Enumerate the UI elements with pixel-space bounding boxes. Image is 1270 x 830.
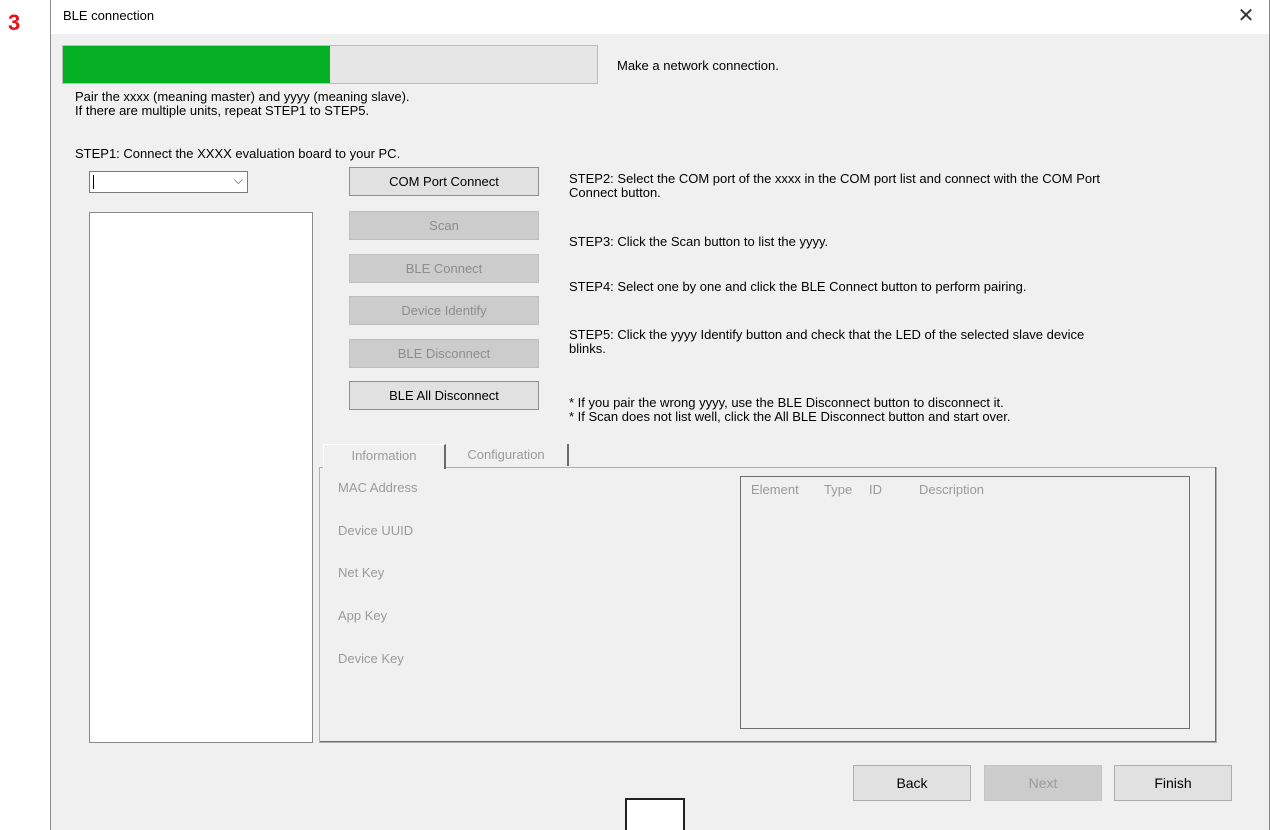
column-header-description: Description: [919, 482, 985, 497]
column-header-id: ID: [869, 482, 882, 497]
finish-button[interactable]: Finish: [1114, 765, 1232, 801]
window-title: BLE connection: [63, 8, 155, 23]
chevron-down-icon[interactable]: ⌵: [234, 173, 243, 188]
device-identify-button[interactable]: Device Identify: [349, 296, 539, 325]
step1-text: STEP1: Connect the XXXX evaluation board…: [75, 146, 401, 161]
ble-connection-window: BLE connection ✕ Make a network connecti…: [50, 0, 1270, 830]
scan-button[interactable]: Scan: [349, 211, 539, 240]
device-key-label: Device Key: [338, 651, 404, 666]
note-2: * If Scan does not list well, click the …: [569, 409, 1011, 424]
app-key-label: App Key: [338, 608, 388, 623]
text-caret: [93, 175, 94, 189]
ble-connect-button[interactable]: BLE Connect: [349, 254, 539, 283]
tab-information[interactable]: Information: [323, 444, 446, 469]
device-uuid-label: Device UUID: [338, 523, 414, 538]
step3-text: STEP3: Click the Scan button to list the…: [569, 234, 829, 249]
mac-address-label: MAC Address: [338, 480, 418, 495]
step5-text-line1: STEP5: Click the yyyy Identify button an…: [569, 327, 1085, 342]
ble-disconnect-button[interactable]: BLE Disconnect: [349, 339, 539, 368]
ble-all-disconnect-button[interactable]: BLE All Disconnect: [349, 381, 539, 410]
step4-text: STEP4: Select one by one and click the B…: [569, 279, 1027, 294]
step2-text-line1: STEP2: Select the COM port of the xxxx i…: [569, 171, 1101, 186]
title-bar: BLE connection ✕: [51, 0, 1269, 34]
close-icon[interactable]: ✕: [1223, 0, 1269, 34]
device-list[interactable]: [89, 212, 313, 743]
element-list[interactable]: Element Type ID Description: [740, 476, 1190, 729]
net-key-label: Net Key: [338, 565, 385, 580]
column-header-element: Element: [751, 482, 799, 497]
intro-line-1: Pair the xxxx (meaning master) and yyyy …: [75, 89, 410, 104]
step2-text-line2: Connect button.: [569, 185, 661, 200]
progress-caption: Make a network connection.: [617, 58, 779, 73]
column-header-type: Type: [824, 482, 853, 497]
step-number-marker: 3: [8, 10, 21, 35]
com-port-combobox[interactable]: ⌵: [89, 171, 248, 193]
step5-text-line2: blinks.: [569, 341, 606, 356]
com-port-connect-button[interactable]: COM Port Connect: [349, 167, 539, 196]
progress-bar: [62, 45, 598, 84]
next-button[interactable]: Next: [984, 765, 1102, 801]
bottom-frame-tab: [625, 798, 685, 830]
note-1: * If you pair the wrong yyyy, use the BL…: [569, 395, 1004, 410]
progress-fill: [63, 46, 330, 83]
back-button[interactable]: Back: [853, 765, 971, 801]
tab-divider: [319, 467, 1215, 468]
intro-line-2: If there are multiple units, repeat STEP…: [75, 103, 370, 118]
tab-configuration[interactable]: Configuration: [445, 444, 569, 466]
